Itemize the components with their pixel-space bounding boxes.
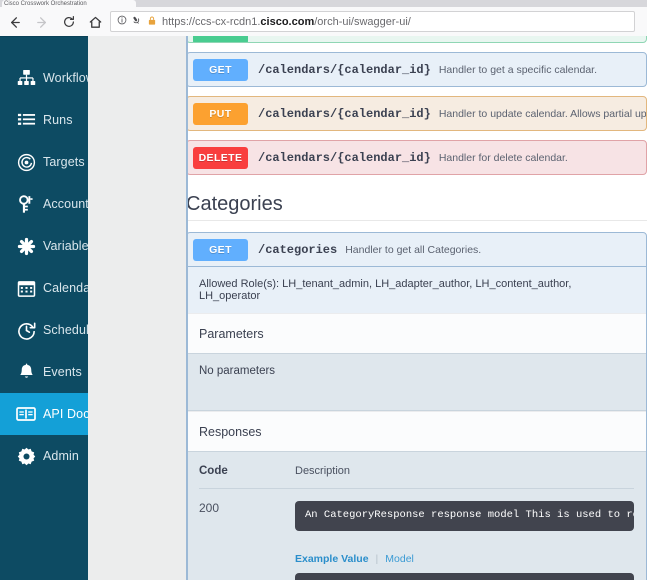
no-parameters-text: No parameters (187, 353, 646, 411)
response-details: An CategoryResponse response model This … (295, 501, 634, 580)
sidebar-item-targets[interactable]: Targets (0, 141, 88, 183)
operation-path: /calendars/{calendar_id} (258, 150, 431, 165)
column-header-code: Code (199, 465, 228, 477)
reload-icon[interactable] (58, 11, 80, 33)
operation-header[interactable]: GET /categories Handler to get all Categ… (187, 233, 646, 266)
operation-header[interactable]: DELETE /calendars/{calendar_id} Handler … (187, 141, 646, 174)
sidebar-item-admin[interactable]: Admin (0, 435, 88, 477)
browser-navigation-toolbar: https://ccs-cx-rcdn1.cisco.com/orch-ui/s… (0, 7, 647, 36)
sidebar-item-label: Workflows (43, 71, 88, 85)
browser-tab-active[interactable]: Cisco Crosswork Orchestration (2, 0, 136, 7)
operation-path: /categories (258, 242, 338, 257)
tabstrip-empty-area (138, 0, 647, 7)
operation-path: /calendars/{calendar_id} (258, 106, 431, 121)
operation-row-delete-calendar-by-id[interactable]: DELETE /calendars/{calendar_id} Handler … (186, 140, 647, 175)
forward-arrow-icon (31, 11, 53, 33)
schedule-clock-icon (9, 321, 43, 340)
workflows-icon (9, 69, 43, 88)
response-code: 200 (199, 501, 220, 515)
sidebar-item-workflows[interactable]: Workflows (0, 57, 88, 99)
url-text: https://ccs-cx-rcdn1.cisco.com/orch-ui/s… (162, 16, 411, 28)
operation-row-get-calendar-by-id[interactable]: GET /calendars/{calendar_id} Handler to … (186, 52, 647, 87)
operation-path: /calendars/{calendar_id} (258, 62, 431, 77)
responses-heading: Responses (187, 411, 646, 451)
book-icon (9, 404, 43, 424)
method-badge-delete: DELETE (193, 146, 248, 169)
operation-row-put-calendar-by-id[interactable]: PUT /calendars/{calendar_id} Handler to … (186, 96, 647, 131)
tab-separator: | (375, 552, 379, 565)
browser-tabstrip: Cisco Crosswork Orchestration (0, 0, 647, 7)
operation-expanded-body: Allowed Role(s): LH_tenant_admin, LH_ada… (187, 266, 646, 580)
example-value-code-block[interactable]: [ { "base_type": "string", "category_typ… (295, 572, 634, 580)
sidebar-item-label: Events (43, 365, 82, 379)
sidebar-item-label: Targets (43, 155, 85, 169)
method-badge-put: PUT (193, 102, 248, 125)
sidebar-item-api-documentation[interactable]: API Documentation (0, 393, 88, 435)
operation-description: Handler to update calendar. Allows parti… (438, 107, 646, 120)
sidebar-item-account-keys[interactable]: Account Keys (0, 183, 88, 225)
back-arrow-icon[interactable] (3, 11, 25, 33)
sidebar-item-label: API Documentation (43, 407, 88, 421)
sidebar-item-label: Calendars (43, 281, 88, 295)
swagger-scroll-container: GET /calendars/{calendar_id} Handler to … (186, 36, 647, 580)
address-bar[interactable]: https://ccs-cx-rcdn1.cisco.com/orch-ui/s… (110, 11, 635, 32)
allowed-roles-text: Allowed Role(s): LH_tenant_admin, LH_ada… (187, 266, 646, 313)
tab-model[interactable]: Model (385, 553, 414, 565)
operation-description: Handler for delete calendar. (438, 151, 568, 164)
method-badge-get: GET (193, 238, 248, 261)
sidebar-item-schedules[interactable]: Schedules (0, 309, 88, 351)
example-model-tabs: Example Value | Model (295, 553, 634, 565)
operation-row-get-categories[interactable]: GET /categories Handler to get all Categ… (186, 232, 647, 580)
operation-header[interactable]: GET /calendars/{calendar_id} Handler to … (187, 53, 646, 86)
key-icon (9, 194, 43, 214)
sidebar-item-calendars[interactable]: Calendars (0, 267, 88, 309)
sidebar-navigation: Workflows Runs (0, 36, 88, 580)
browser-chrome: Cisco Crosswork Orchestration https://cc… (0, 0, 647, 36)
bell-icon (9, 363, 43, 382)
content-left-border (186, 36, 188, 580)
operation-header[interactable]: PUT /calendars/{calendar_id} Handler to … (187, 97, 646, 130)
response-row-200: 200 An CategoryResponse response model T… (199, 489, 634, 580)
url-prefix: https://ccs-cx-rcdn1. (162, 15, 261, 28)
microphone-permission-icon[interactable] (129, 13, 145, 29)
sidebar-item-label: Schedules (43, 323, 88, 337)
parameters-heading: Parameters (187, 313, 646, 353)
tab-example-value[interactable]: Example Value (295, 553, 369, 565)
variables-icon (9, 237, 43, 256)
sidebar-item-label: Runs (43, 113, 73, 127)
sidebar-item-label: Variables (43, 239, 88, 253)
application-area: Workflows Runs (0, 36, 647, 580)
runs-list-icon (9, 111, 43, 130)
operation-row-partial-post[interactable] (186, 36, 647, 43)
url-domain: cisco.com (260, 15, 315, 28)
gear-icon (9, 447, 43, 466)
responses-table: Code Description 200 An CategoryResponse… (187, 451, 646, 580)
sidebar-item-label: Admin (43, 449, 79, 463)
swagger-content-panel: GET /calendars/{calendar_id} Handler to … (186, 36, 647, 580)
section-title-categories: Categories (186, 193, 647, 221)
calendar-icon (9, 279, 43, 298)
response-description-box: An CategoryResponse response model This … (295, 501, 634, 531)
method-badge-post (193, 36, 248, 42)
tracking-protection-icon[interactable] (117, 15, 127, 28)
url-suffix: /orch-ui/swagger-ui/ (314, 15, 411, 28)
method-badge-get: GET (193, 58, 248, 81)
operation-description: Handler to get a specific calendar. (438, 63, 598, 76)
sidebar-item-runs[interactable]: Runs (0, 99, 88, 141)
target-icon (9, 153, 43, 172)
sidebar-logo-area (0, 36, 88, 37)
responses-table-header: Code Description (199, 452, 634, 489)
sidebar-item-events[interactable]: Events (0, 351, 88, 393)
sidebar-item-variables[interactable]: Variables (0, 225, 88, 267)
column-header-description: Description (295, 465, 351, 477)
lock-icon[interactable] (147, 15, 157, 29)
sidebar-item-label: Account Keys (43, 197, 88, 211)
home-icon[interactable] (84, 11, 106, 33)
operation-description: Handler to get all Categories. (345, 243, 482, 256)
